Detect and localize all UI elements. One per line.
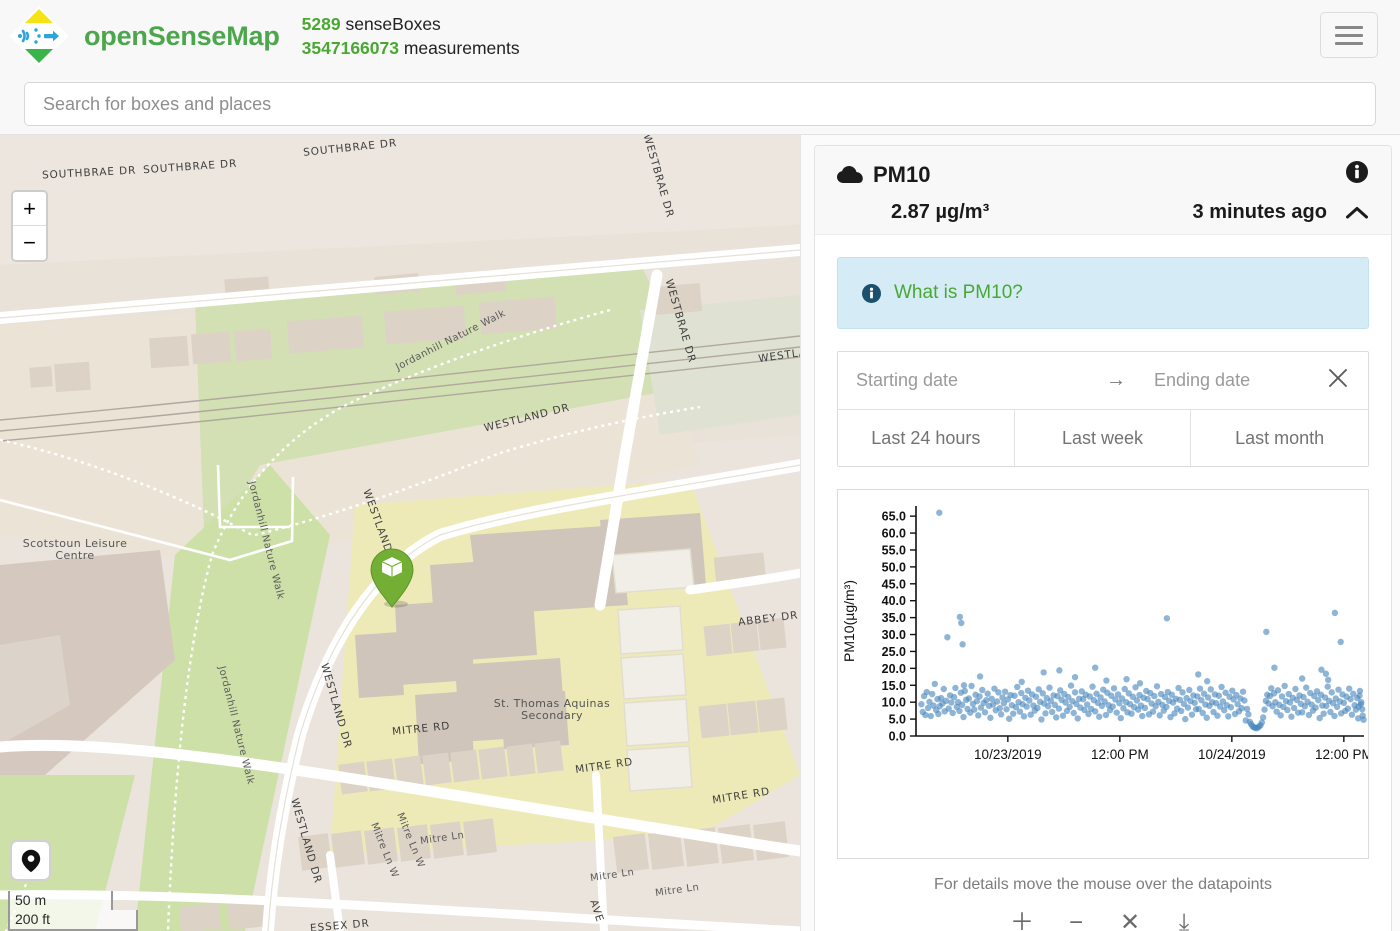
chart-hint-text: For details move the mouse over the data… [934,876,1272,893]
svg-text:PM10(µg/m³): PM10(µg/m³) [841,580,857,662]
svg-text:15.0: 15.0 [882,679,906,693]
stats-counts: 5289 senseBoxes 3547166073 measurements [302,12,520,60]
sensor-value-row: 2.87 µg/m³ 3 minutes ago [837,201,1369,224]
cloud-icon [837,165,863,184]
svg-text:50.0: 50.0 [882,560,906,574]
date-range-picker: Starting date → Ending date Last 24 hour… [837,351,1369,467]
svg-text:0.0: 0.0 [889,730,906,744]
info-badge-icon [862,283,881,303]
sensor-timestamp: 3 minutes ago [1192,201,1327,223]
sensebox-marker-icon[interactable] [369,547,415,614]
preset-last-24-hours[interactable]: Last 24 hours [838,410,1015,466]
minus-icon[interactable]: − [1063,910,1089,931]
svg-text:30.0: 30.0 [882,628,906,642]
measurement-count-row: 3547166073 measurements [302,36,520,60]
sensor-card-body: What is PM10? Starting date → Ending dat… [815,235,1391,931]
svg-text:45.0: 45.0 [882,577,906,591]
opensensemap-logo-icon[interactable] [8,5,70,67]
date-range-presets: Last 24 hours Last week Last month [838,410,1369,466]
svg-text:12:00 PM: 12:00 PM [1315,747,1369,762]
sensor-value: 2.87 µg/m³ [891,201,990,223]
date-range-arrow-icon: → [1106,369,1126,391]
brand-row: openSenseMap 5289 senseBoxes 3547166073 … [0,0,1400,72]
brand-title[interactable]: openSenseMap [84,21,280,52]
svg-text:20.0: 20.0 [882,662,906,676]
map-zoom-controls[interactable]: + − [11,190,48,262]
close-x-icon[interactable]: ✕ [1117,910,1143,931]
what-is-banner[interactable]: What is PM10? [837,257,1369,329]
map-zoom-in-button[interactable]: + [13,192,46,226]
svg-text:35.0: 35.0 [882,611,906,625]
svg-text:5.0: 5.0 [889,713,906,727]
chevron-up-icon[interactable] [1345,205,1369,221]
measurement-count: 3547166073 [301,38,399,58]
what-is-pm10-link[interactable]: What is PM10? [894,282,1023,304]
svg-text:55.0: 55.0 [882,543,906,557]
preset-last-month[interactable]: Last month [1191,410,1369,466]
measurement-count-label: measurements [403,38,520,58]
sensebox-count-label: senseBoxes [345,13,441,34]
sensor-card-header: PM10 2.87 µg/m³ 3 minutes ago [815,146,1391,235]
menu-bar-1 [1335,25,1363,29]
location-pin-icon [21,849,40,872]
menu-bar-3 [1335,41,1363,45]
chart-toolbar: ＋ − ✕ ⤓ [837,910,1369,931]
map-view[interactable]: SOUTHBRAE DR SOUTHBRAE DR SOUTHBRAE DR W… [0,135,800,931]
map-scale-metric: 50 m [8,891,113,910]
end-date-input[interactable]: Ending date [1154,370,1250,391]
measurement-chart[interactable]: 0.0 5.0 10.0 15.0 20.0 25.0 30.0 35.0 40.0 45.0 50… [837,489,1369,859]
search-bar[interactable] [24,82,1376,126]
info-circle-icon[interactable] [1345,160,1369,189]
map-zoom-out-button[interactable]: − [13,226,46,260]
map-scale-imperial: 200 ft [8,910,138,931]
sensor-title: PM10 [873,161,931,187]
svg-text:10.0: 10.0 [882,696,906,710]
search-input[interactable] [41,92,1359,116]
sensor-detail-panel: PM10 2.87 µg/m³ 3 minutes ago What is PM… [800,135,1400,931]
map-tiles [0,135,800,931]
close-x-icon[interactable] [1326,366,1350,395]
app-header: openSenseMap 5289 senseBoxes 3547166073 … [0,0,1400,135]
svg-text:40.0: 40.0 [882,594,906,608]
menu-bar-2 [1335,33,1363,37]
sensebox-count-row: 5289 senseBoxes [302,12,520,36]
svg-text:10/24/2019: 10/24/2019 [1198,747,1266,762]
date-range-inputs: Starting date → Ending date [838,352,1368,410]
sensebox-count: 5289 [301,13,341,34]
svg-text:65.0: 65.0 [882,510,906,524]
map-scale: 50 m 200 ft [8,891,138,931]
sensor-card: PM10 2.87 µg/m³ 3 minutes ago What is PM… [814,145,1392,931]
sensor-title-row: PM10 [837,160,1369,189]
plus-icon[interactable]: ＋ [1009,910,1035,931]
svg-text:10/23/2019: 10/23/2019 [974,747,1042,762]
chart-canvas[interactable]: 0.0 5.0 10.0 15.0 20.0 25.0 30.0 35.0 40.0 45.0 50… [838,490,1369,788]
svg-text:60.0: 60.0 [882,527,906,541]
preset-last-week[interactable]: Last week [1014,410,1192,466]
start-date-input[interactable]: Starting date [856,370,1106,391]
download-icon[interactable]: ⤓ [1171,910,1197,931]
svg-text:12:00 PM: 12:00 PM [1091,747,1149,762]
svg-text:25.0: 25.0 [882,645,906,659]
locate-me-button[interactable] [10,840,51,881]
hamburger-menu-icon[interactable] [1320,12,1378,58]
